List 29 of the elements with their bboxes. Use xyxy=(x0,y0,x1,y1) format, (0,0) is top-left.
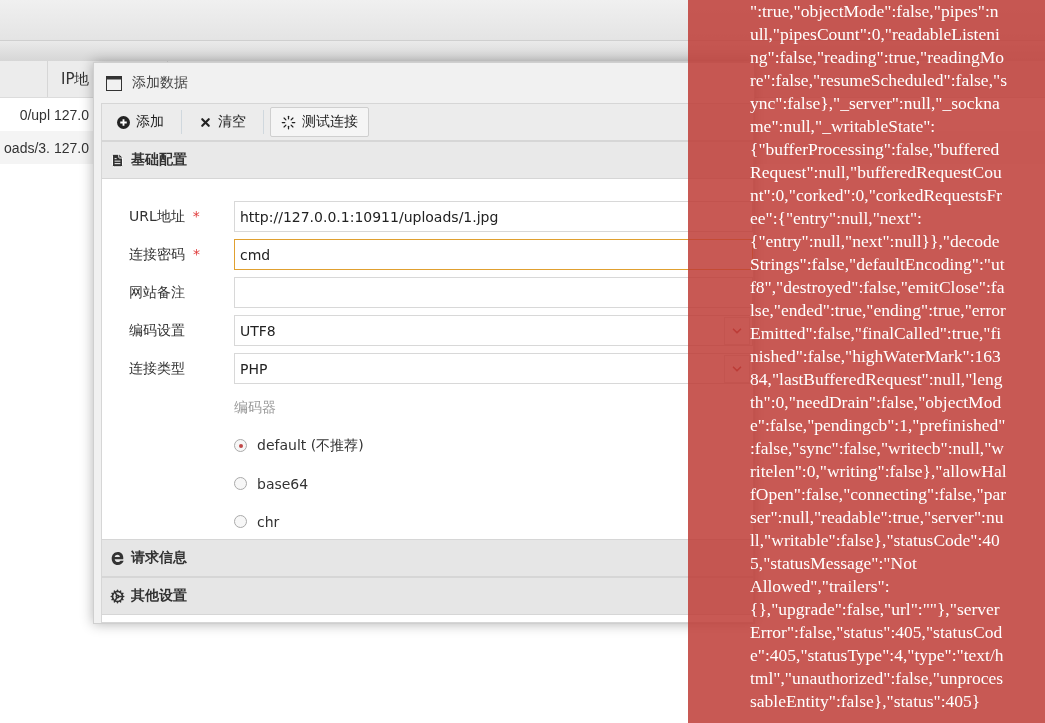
field-label: 连接类型 xyxy=(128,359,186,378)
radio-label[interactable]: chr xyxy=(257,513,280,530)
column-header[interactable]: IP地 xyxy=(61,69,90,89)
document-icon xyxy=(110,152,125,168)
field-label: 连接密码 * xyxy=(128,245,201,264)
plus-circle-icon xyxy=(117,115,130,129)
radio-label[interactable]: base64 xyxy=(257,475,309,492)
field-label: URL地址 * xyxy=(128,207,201,226)
spinner-icon xyxy=(281,114,296,130)
add-button[interactable]: 添加 xyxy=(106,107,175,137)
radio-button[interactable] xyxy=(234,515,247,528)
radio-button[interactable] xyxy=(234,477,247,490)
table-cell-text: oads/3. xyxy=(3,138,51,158)
table-cell-text: 127.0 xyxy=(53,138,91,158)
clear-button[interactable]: 清空 xyxy=(188,107,257,137)
table-cell-text: 0/upl xyxy=(18,105,51,125)
radio-label[interactable]: default (不推荐) xyxy=(257,436,364,455)
window-icon xyxy=(106,75,122,91)
error-message: ":true,"objectMode":false,"pipes":n ull,"pipesCount":0,"readableListeni ng":false,"reading":true,"readingMo re":false,"resumeScheduled":false,"s ync":false},"_server":null,"_sockna me":null,"_writableState": {"bufferProcessing":false,"buffered Request":null,"bufferedRequestCou nt":0,"corked":0,"corkedRequestsFr ee":{"entry":null,"next": {"entry":null,"next":null}},"decode Strings":false,"defaultEncoding":"ut f8","destroyed":false,"emitClose":fa lse,"ended":true,"ending":true,"error Emitted":false,"finalCalled":true,"fi nished":false,"highWaterMark":163 84,"lastBufferedRequest":null,"leng th":0,"needDrain":false,"objectMod e":false,"pendingcb":1,"prefinished" :false,"sync":false,"writecb":null,"w ritelen":0,"writing":false},"allowHal fOpen":false,"connecting":false,"par ser":null,"readable":true,"server":nu ll,"writable":false},"statusCode":40 5,"statusMessage":"Not Allowed","trailers": {},"upgrade":false,"url":""},"server Error":false,"status":405,"statusCod e":405,"statusType":4,"type":"text/h tml","unauthorized":false,"unproces sableEntity":false},"status":405} xyxy=(750,0,1008,713)
gears-icon xyxy=(110,588,125,604)
field-label: 编码设置 xyxy=(128,321,186,340)
close-icon xyxy=(199,115,212,129)
field-label: 网站备注 xyxy=(128,283,186,302)
test-connection-button[interactable]: 测试连接 xyxy=(270,107,369,137)
encoder-label: 编码器 xyxy=(234,399,277,417)
radio-button[interactable] xyxy=(234,439,247,452)
letter-e-icon xyxy=(110,550,125,566)
dialog-title: 添加数据 xyxy=(132,74,188,92)
table-cell-text: 127.0 xyxy=(53,105,91,125)
